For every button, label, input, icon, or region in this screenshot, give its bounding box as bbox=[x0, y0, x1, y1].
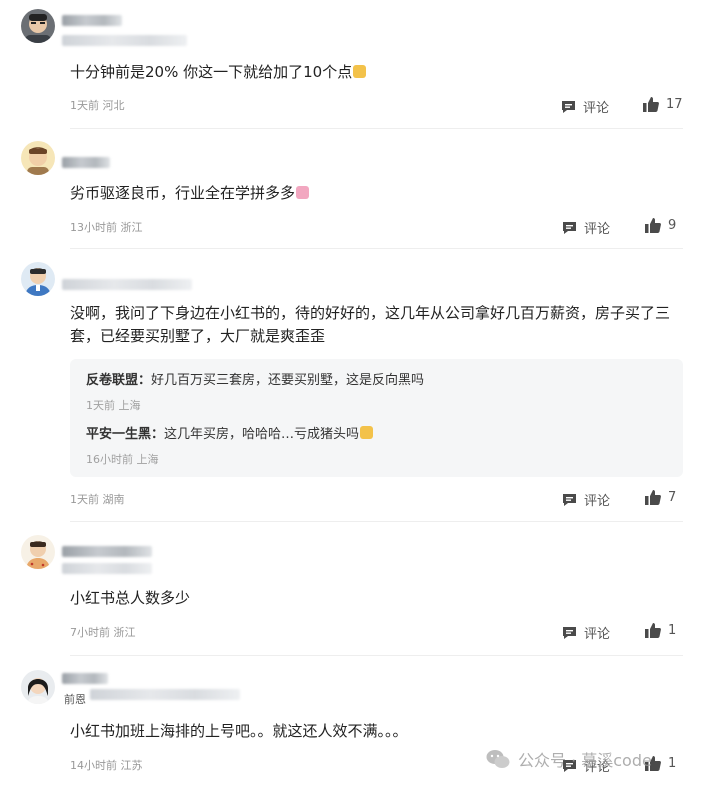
comment-meta: 13小时前 浙江 bbox=[70, 219, 143, 235]
username-redacted bbox=[62, 673, 108, 684]
comment-time: 1天前 bbox=[70, 99, 99, 112]
reply-author[interactable]: 反卷联盟： bbox=[86, 373, 151, 388]
comment-text: 劣币驱逐良币，行业全在学拼多多 bbox=[70, 182, 690, 205]
wechat-icon bbox=[486, 750, 510, 768]
emoji-icon bbox=[360, 426, 374, 439]
username-redacted bbox=[62, 15, 122, 26]
comment-time: 14小时前 bbox=[70, 759, 117, 772]
thumbs-up-icon bbox=[645, 623, 661, 638]
reply-time: 16小时前 bbox=[86, 453, 133, 466]
comment-icon bbox=[563, 493, 576, 506]
divider bbox=[70, 128, 683, 129]
reply-button[interactable]: 评论 bbox=[561, 97, 609, 116]
comment-icon bbox=[563, 626, 576, 639]
like-button[interactable]: 9 bbox=[645, 218, 676, 233]
comment-location: 浙江 bbox=[120, 221, 143, 234]
like-count: 7 bbox=[668, 490, 677, 505]
emoji-icon bbox=[353, 65, 367, 78]
like-count: 1 bbox=[668, 756, 677, 771]
username-redacted bbox=[62, 546, 152, 557]
reply-button[interactable]: 评论 bbox=[562, 623, 610, 642]
reply-thread: 反卷联盟：好几百万买三套房，还要买别墅，这是反向黑吗 1天前 上海 平安一生黑：… bbox=[70, 359, 683, 477]
watermark: 公众号 · 慕溪code bbox=[486, 747, 652, 771]
divider bbox=[70, 655, 683, 656]
like-button[interactable]: 17 bbox=[643, 97, 683, 112]
thumbs-up-icon bbox=[643, 97, 659, 112]
comment-meta: 1天前 湖南 bbox=[70, 491, 125, 507]
user-subtitle-redacted bbox=[90, 689, 240, 700]
comment-time: 13小时前 bbox=[70, 221, 117, 234]
like-button[interactable]: 7 bbox=[645, 490, 676, 505]
like-count: 9 bbox=[668, 218, 677, 233]
reply-author[interactable]: 平安一生黑： bbox=[86, 427, 164, 442]
reply-button[interactable]: 评论 bbox=[562, 490, 610, 509]
reply-location: 上海 bbox=[118, 399, 141, 412]
avatar[interactable] bbox=[21, 262, 55, 296]
comment-location: 湖南 bbox=[102, 493, 125, 506]
comment-meta: 7小时前 浙江 bbox=[70, 624, 136, 640]
reply-1: 反卷联盟：好几百万买三套房，还要买别墅，这是反向黑吗 bbox=[86, 369, 424, 388]
reply-text: 好几百万买三套房，还要买别墅，这是反向黑吗 bbox=[151, 373, 425, 388]
username-redacted bbox=[62, 279, 192, 290]
comment-icon bbox=[562, 100, 575, 113]
reply-meta: 16小时前 上海 bbox=[86, 451, 159, 467]
divider bbox=[70, 248, 683, 249]
reply-meta: 1天前 上海 bbox=[86, 397, 141, 413]
comment-text: 小红书加班上海排的上号吧。。就这还人效不满。。。 bbox=[70, 722, 408, 740]
reply-time: 1天前 bbox=[86, 399, 115, 412]
reply-label: 评论 bbox=[583, 101, 610, 116]
like-count: 1 bbox=[668, 623, 677, 638]
like-button[interactable]: 1 bbox=[645, 623, 676, 638]
reply-label: 评论 bbox=[584, 627, 611, 642]
comment-meta: 14小时前 江苏 bbox=[70, 757, 143, 773]
avatar[interactable] bbox=[21, 535, 55, 569]
comment-meta: 1天前 河北 bbox=[70, 97, 125, 113]
comment-icon bbox=[563, 221, 576, 234]
divider bbox=[70, 521, 683, 522]
like-count: 17 bbox=[666, 97, 683, 112]
comment-location: 江苏 bbox=[120, 759, 143, 772]
comment-time: 1天前 bbox=[70, 493, 99, 506]
comment-location: 河北 bbox=[102, 99, 125, 112]
user-subtitle-redacted bbox=[62, 563, 152, 574]
reply-text: 这几年买房，哈哈哈…亏成猪头吗 bbox=[164, 427, 360, 442]
reply-location: 上海 bbox=[136, 453, 159, 466]
user-subtitle: 前恩 bbox=[64, 693, 86, 706]
avatar[interactable] bbox=[21, 670, 55, 704]
comment-text: 没啊，我问了下身边在小红书的，待的好好的，这几年从公司拿好几百万薪资，房子买了三… bbox=[70, 304, 671, 345]
reply-label: 评论 bbox=[584, 494, 611, 509]
avatar[interactable] bbox=[21, 141, 55, 175]
avatar[interactable] bbox=[21, 9, 55, 43]
username-redacted bbox=[62, 157, 110, 168]
thumbs-up-icon bbox=[645, 218, 661, 233]
reply-label: 评论 bbox=[584, 222, 611, 237]
reply-2: 平安一生黑：这几年买房，哈哈哈…亏成猪头吗 bbox=[86, 423, 374, 442]
comment-location: 浙江 bbox=[113, 626, 136, 639]
watermark-label: 公众号 · 慕溪code bbox=[518, 751, 652, 770]
user-subtitle-redacted bbox=[62, 35, 187, 46]
emoji-icon bbox=[296, 186, 310, 199]
thumbs-up-icon bbox=[645, 490, 661, 505]
comment-time: 7小时前 bbox=[70, 626, 110, 639]
comment-text: 小红书总人数多少 bbox=[70, 589, 191, 607]
reply-button[interactable]: 评论 bbox=[562, 218, 610, 237]
comment-text: 十分钟前是20% 你这一下就给加了10个点 bbox=[70, 61, 690, 84]
